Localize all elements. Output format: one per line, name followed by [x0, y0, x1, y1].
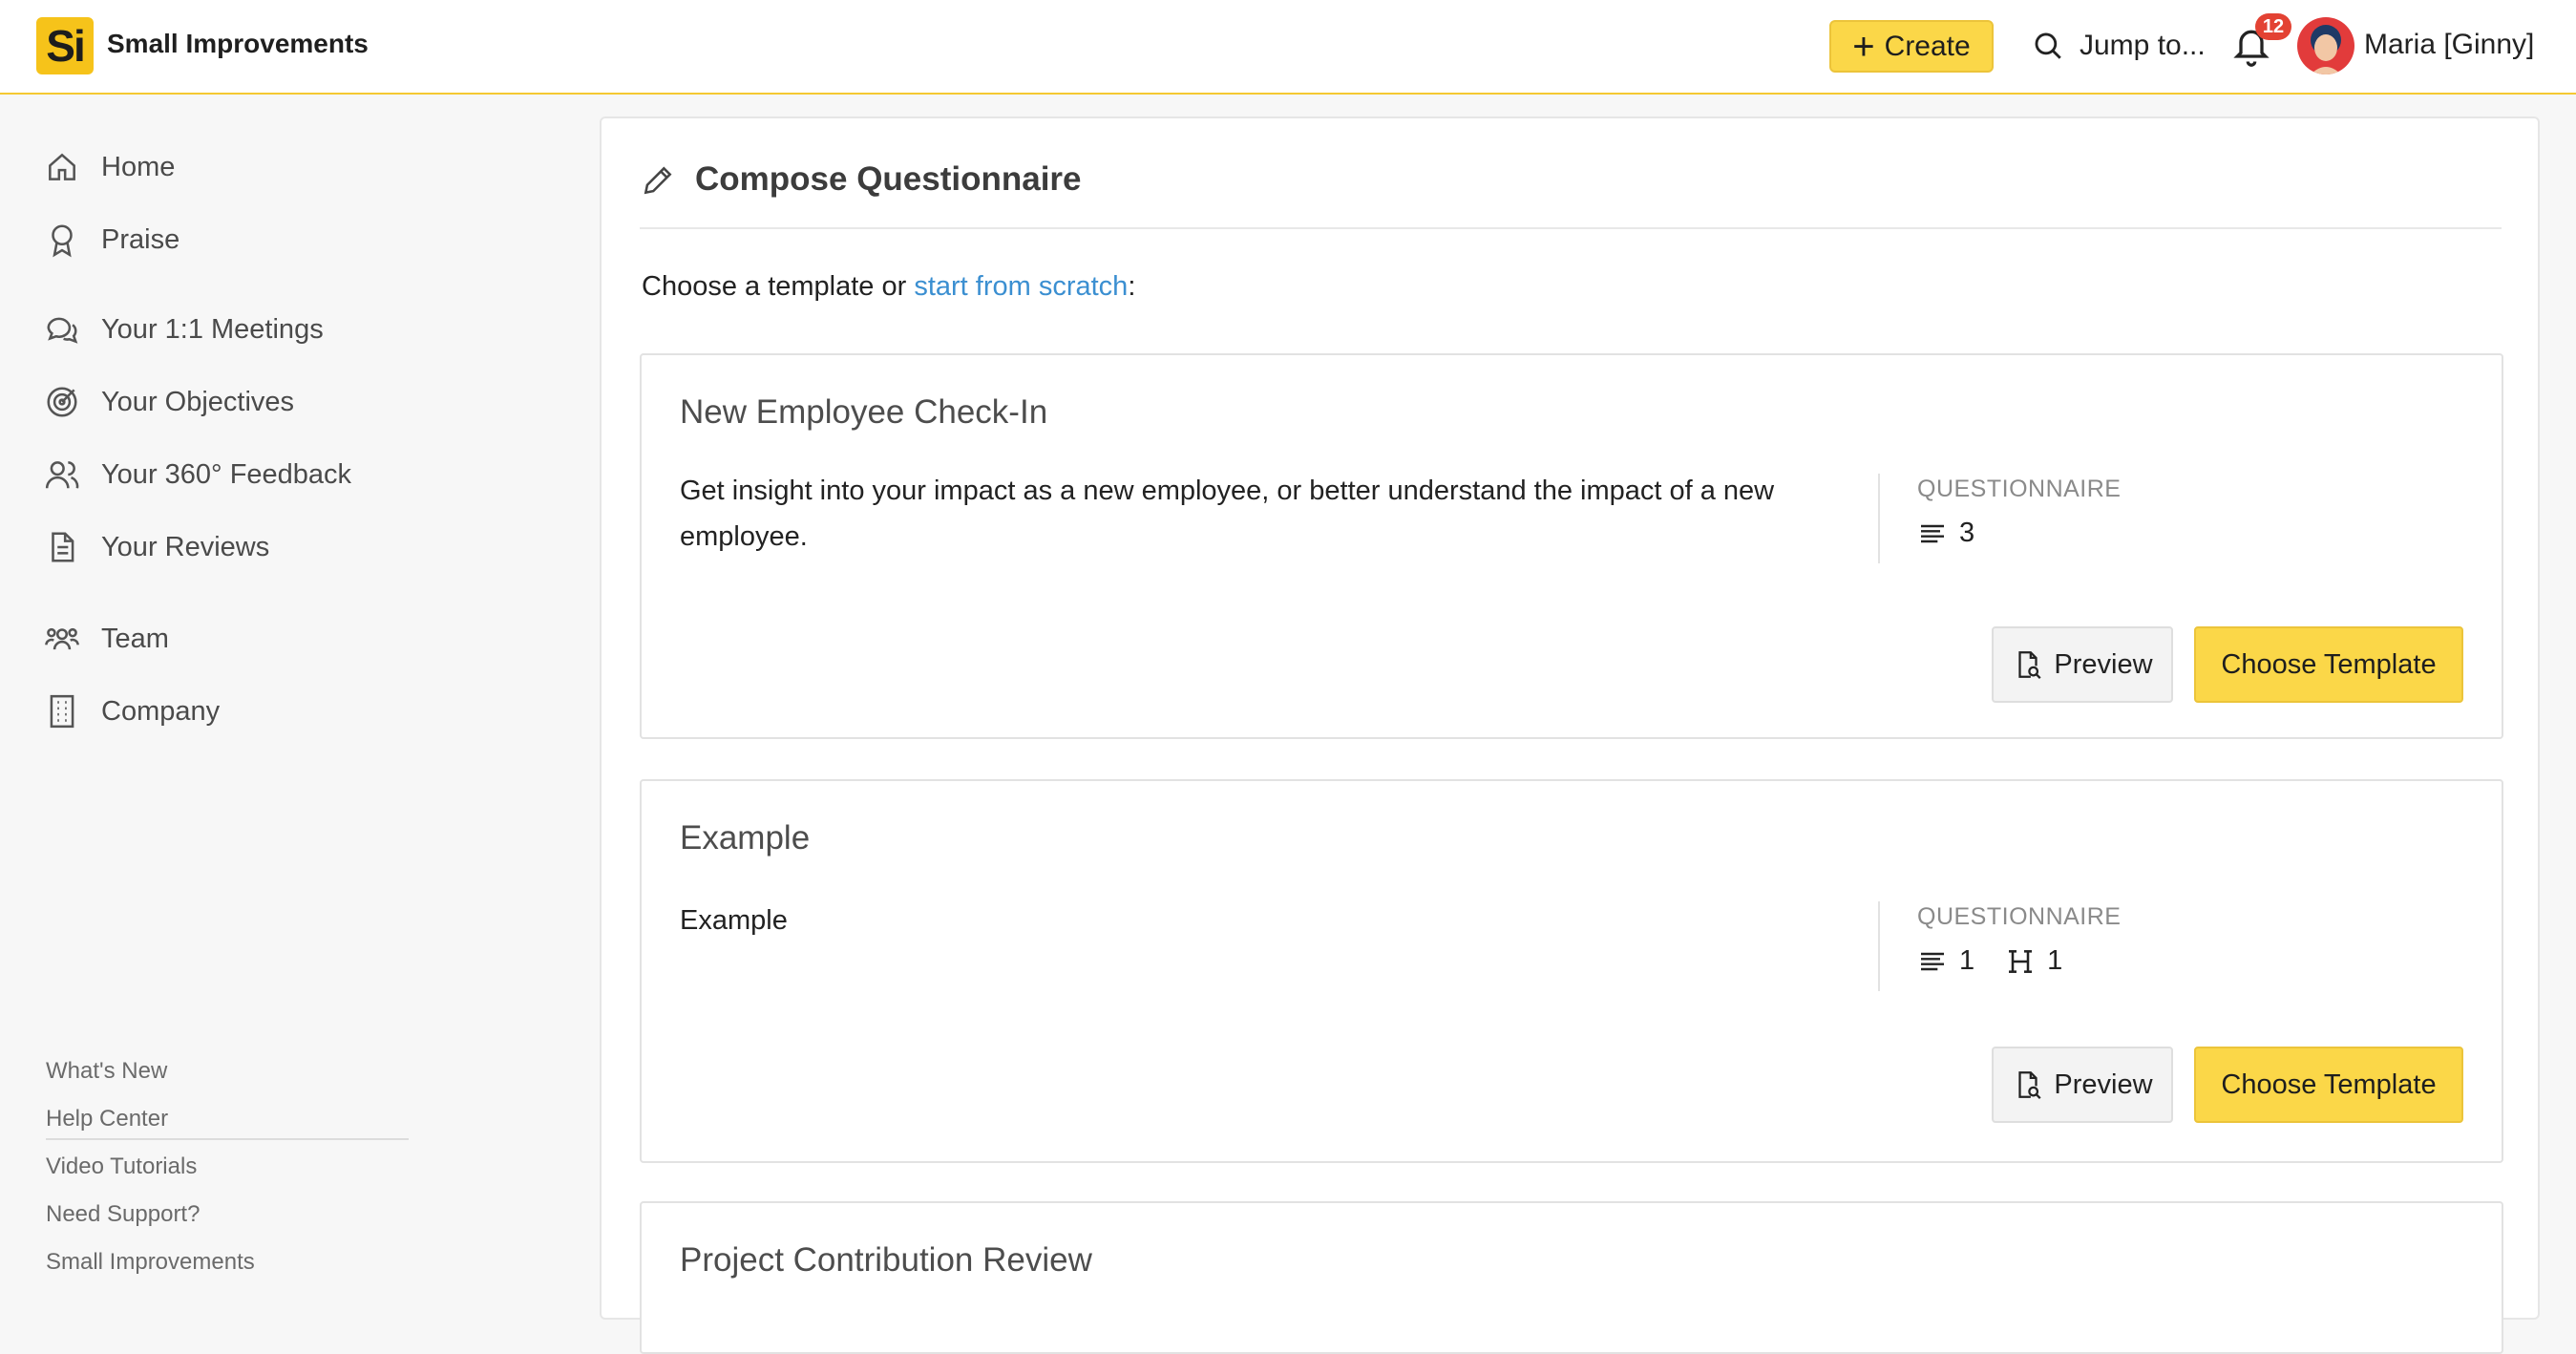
logo[interactable]: Si — [36, 17, 94, 74]
jump-to-search[interactable]: Jump to... — [2032, 21, 2206, 71]
choose-template-button[interactable]: Choose Template — [2194, 626, 2463, 703]
create-label: Create — [1884, 30, 1971, 62]
panel-header: Compose Questionnaire — [640, 160, 2502, 229]
sidebar-item-reviews[interactable]: Your Reviews — [44, 523, 269, 571]
create-button[interactable]: + Create — [1829, 20, 1994, 73]
sidebar-item-home[interactable]: Home — [44, 143, 175, 191]
sidebar-item-label: Praise — [101, 223, 180, 255]
avatar[interactable] — [2297, 17, 2354, 74]
chat-icon — [47, 317, 78, 344]
pencil-icon — [644, 166, 672, 195]
need-support-link[interactable]: Need Support? — [46, 1201, 200, 1228]
video-tutorials-link[interactable]: Video Tutorials — [46, 1153, 197, 1180]
heading-icon — [2009, 949, 2033, 973]
user-name[interactable]: Maria [Ginny] — [2364, 29, 2534, 61]
heading-count: 1 — [2005, 945, 2062, 977]
text-question-count-value: 1 — [1959, 945, 1975, 976]
sidebar-item-label: Your 360° Feedback — [101, 458, 352, 490]
sidebar-item-team[interactable]: Team — [44, 615, 169, 663]
notification-badge: 12 — [2255, 13, 2291, 40]
sidebar-item-label: Team — [101, 623, 169, 654]
template-title: New Employee Check-In — [680, 393, 1048, 431]
team-icon — [45, 627, 79, 650]
template-card: Example Example QUESTIONNAIRE 1 1 Previe… — [640, 779, 2503, 1163]
text-lines-icon — [1921, 952, 1944, 970]
whats-new-link[interactable]: What's New — [46, 1058, 167, 1085]
sidebar-item-meetings[interactable]: Your 1:1 Meetings — [44, 306, 324, 353]
search-icon — [2035, 32, 2061, 59]
compose-questionnaire-panel: Compose Questionnaire Choose a template … — [600, 116, 2540, 1354]
sidebar-item-label: Home — [101, 151, 176, 182]
sidebar-item-label: Your 1:1 Meetings — [101, 313, 324, 345]
intro-text: Choose a template or start from scratch: — [642, 271, 1135, 303]
sidebar-item-label: Your Reviews — [101, 531, 270, 562]
sidebar-item-label: Company — [101, 695, 221, 727]
award-icon — [52, 224, 73, 258]
template-title: Example — [680, 819, 811, 857]
template-type: QUESTIONNAIRE — [1917, 476, 2122, 502]
target-icon — [47, 387, 77, 417]
sidebar-divider — [46, 1138, 409, 1140]
sidebar-item-company[interactable]: Company — [44, 688, 220, 735]
card-divider — [1878, 901, 1880, 991]
help-center-link[interactable]: Help Center — [46, 1106, 168, 1132]
document-search-icon — [2018, 651, 2041, 679]
home-icon — [49, 153, 75, 180]
text-lines-icon — [1921, 524, 1944, 542]
template-stats: 1 1 — [1917, 945, 2083, 977]
jump-to-label: Jump to... — [2080, 30, 2206, 61]
intro-suffix: : — [1128, 271, 1136, 302]
plus-icon: + — [1852, 25, 1875, 68]
preview-button[interactable]: Preview — [1992, 626, 2173, 703]
preview-button[interactable]: Preview — [1992, 1047, 2173, 1123]
template-card: Project Contribution Review — [640, 1201, 2503, 1354]
sidebar: Home Praise Your 1:1 Meetings Your Objec… — [0, 95, 573, 1301]
card-divider — [1878, 474, 1880, 563]
sidebar-item-objectives[interactable]: Your Objectives — [44, 378, 294, 426]
intro-prefix: Choose a template or — [642, 271, 915, 302]
template-stats: 3 — [1917, 518, 1995, 549]
preview-label: Preview — [2054, 648, 2153, 680]
preview-label: Preview — [2054, 1068, 2153, 1100]
template-card: New Employee Check-In Get insight into y… — [640, 353, 2503, 739]
text-question-count-value: 3 — [1959, 518, 1975, 548]
text-question-count: 3 — [1917, 518, 1974, 549]
text-question-count: 1 — [1917, 945, 1974, 977]
document-icon — [52, 532, 74, 562]
choose-template-button[interactable]: Choose Template — [2194, 1047, 2463, 1123]
start-from-scratch-link[interactable]: start from scratch — [914, 271, 1128, 302]
people-icon — [45, 461, 79, 489]
heading-count-value: 1 — [2047, 945, 2063, 976]
brand-name[interactable]: Small Improvements — [107, 29, 369, 59]
sidebar-item-praise[interactable]: Praise — [44, 216, 179, 264]
small-improvements-link[interactable]: Small Improvements — [46, 1249, 255, 1276]
page-title: Compose Questionnaire — [695, 160, 1082, 198]
sidebar-item-360-feedback[interactable]: Your 360° Feedback — [44, 451, 351, 498]
template-description: Get insight into your impact as a new em… — [680, 476, 1775, 552]
template-type: QUESTIONNAIRE — [1917, 903, 2122, 930]
document-search-icon — [2018, 1071, 2041, 1099]
building-icon — [50, 694, 74, 729]
template-title: Project Contribution Review — [680, 1241, 1092, 1279]
sidebar-item-label: Your Objectives — [101, 386, 295, 417]
top-bar: Si Small Improvements + Create Jump to..… — [0, 0, 2576, 95]
template-description: Example — [680, 905, 788, 936]
